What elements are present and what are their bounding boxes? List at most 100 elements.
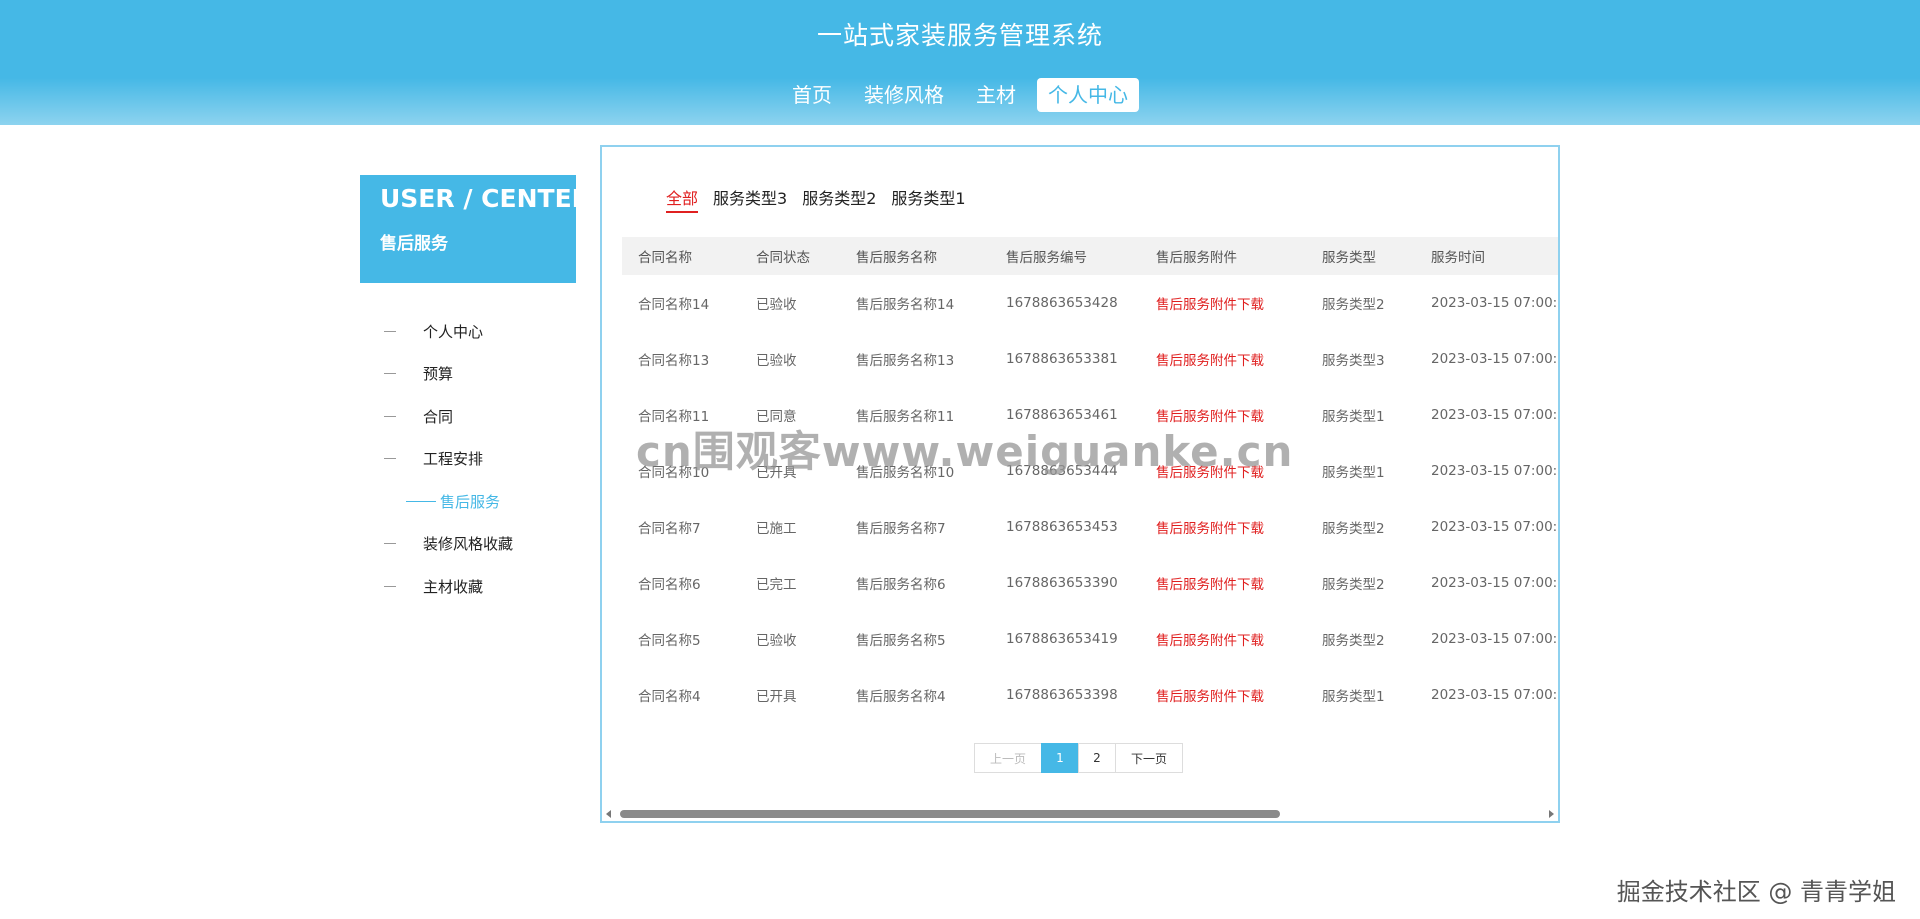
- service-type-cell: 服务类型1: [1322, 409, 1385, 425]
- after-sales-table: 合同名称 合同状态 售后服务名称 售后服务编号 售后服务附件 服务类型 服务时间…: [622, 237, 1558, 717]
- service-time-cell: 2023-03-15 07:00:53: [1431, 407, 1558, 423]
- contract-status-cell: 已完工: [756, 577, 797, 593]
- contract-name-cell: 合同名称7: [638, 521, 701, 537]
- horizontal-scrollbar[interactable]: [602, 807, 1558, 821]
- attachment-download-link[interactable]: 售后服务附件下载: [1140, 331, 1306, 387]
- dash-icon: [384, 585, 396, 587]
- service-type-cell: 服务类型3: [1322, 353, 1385, 369]
- sidebar-item-label: 工程安排: [423, 450, 484, 469]
- service-type-tabs: 全部 服务类型3 服务类型2 服务类型1: [666, 185, 966, 213]
- sidebar-item-label: 预算: [423, 365, 454, 384]
- service-number-cell: 1678863653453: [1006, 519, 1118, 535]
- sidebar-menu: 个人中心 预算 合同 工程安排 售后服务 装修风格收藏 主材收藏: [384, 310, 584, 608]
- tab-service-type-3[interactable]: 服务类型3: [713, 185, 787, 213]
- contract-status-cell: 已验收: [756, 353, 797, 369]
- scroll-left-icon[interactable]: [606, 810, 611, 818]
- column-header: 服务类型: [1322, 250, 1376, 266]
- dash-icon: [384, 330, 396, 332]
- prev-page-button[interactable]: 上一页: [974, 743, 1042, 773]
- content-panel: 全部 服务类型3 服务类型2 服务类型1 合同名称 合同状态 售后服务名称 售后…: [600, 145, 1560, 823]
- pagination: 上一页 1 2 下一页: [974, 743, 1183, 773]
- attachment-download-link[interactable]: 售后服务附件下载: [1140, 667, 1306, 717]
- table-row: 合同名称13 已验收 售后服务名称13 1678863653381 售后服务附件下载 服务…: [622, 331, 1558, 387]
- service-name-cell: 售后服务名称14: [856, 297, 955, 313]
- dash-icon: [384, 543, 396, 545]
- service-number-cell: 1678863653390: [1006, 575, 1118, 591]
- service-type-cell: 服务类型2: [1322, 633, 1385, 649]
- table-row: 合同名称4 已开具 售后服务名称4 1678863653398 售后服务附件下载 服务类型…: [622, 667, 1558, 717]
- watermark-corner: 掘金技术社区 @ 青青学姐: [1616, 878, 1896, 906]
- tab-service-type-1[interactable]: 服务类型1: [891, 185, 965, 213]
- contract-status-cell: 已开具: [756, 689, 797, 705]
- table-row: 合同名称10 已开具 售后服务名称10 1678863653444 售后服务附件下载 服务…: [622, 443, 1558, 499]
- service-time-cell: 2023-03-15 07:00:53: [1431, 687, 1558, 703]
- contract-name-cell: 合同名称11: [638, 409, 710, 425]
- column-header: 合同状态: [756, 250, 810, 266]
- service-number-cell: 1678863653398: [1006, 687, 1118, 703]
- dash-icon: [406, 500, 436, 502]
- service-time-cell: 2023-03-15 07:00:53: [1431, 463, 1558, 479]
- dash-icon: [384, 415, 396, 417]
- service-time-cell: 2023-03-15 07:00:53: [1431, 519, 1558, 535]
- nav-item-home[interactable]: 首页: [781, 78, 843, 112]
- site-title: 一站式家装服务管理系统: [816, 21, 1103, 50]
- sidebar-item-project-schedule[interactable]: 工程安排: [384, 438, 584, 481]
- tab-all[interactable]: 全部: [666, 185, 699, 213]
- attachment-download-link[interactable]: 售后服务附件下载: [1140, 387, 1306, 443]
- column-header: 售后服务附件: [1156, 250, 1237, 266]
- table-row: 合同名称11 已同意 售后服务名称11 1678863653461 售后服务附件下载 服务…: [622, 387, 1558, 443]
- sidebar-item-budget[interactable]: 预算: [384, 353, 584, 396]
- service-name-cell: 售后服务名称6: [856, 577, 946, 593]
- sidebar-item-user-center[interactable]: 个人中心: [384, 310, 584, 353]
- service-name-cell: 售后服务名称13: [856, 353, 955, 369]
- contract-name-cell: 合同名称10: [638, 465, 710, 481]
- service-name-cell: 售后服务名称4: [856, 689, 946, 705]
- service-type-cell: 服务类型1: [1322, 689, 1385, 705]
- table-row: 合同名称5 已验收 售后服务名称5 1678863653419 售后服务附件下载 服务类型…: [622, 611, 1558, 667]
- contract-name-cell: 合同名称14: [638, 297, 710, 313]
- contract-name-cell: 合同名称6: [638, 577, 701, 593]
- service-name-cell: 售后服务名称11: [856, 409, 955, 425]
- sidebar-item-after-sales[interactable]: 售后服务: [384, 480, 584, 523]
- column-header: 售后服务编号: [1006, 250, 1087, 266]
- tab-service-type-2[interactable]: 服务类型2: [802, 185, 876, 213]
- nav-item-user-center[interactable]: 个人中心: [1037, 78, 1139, 112]
- contract-name-cell: 合同名称4: [638, 689, 701, 705]
- header: 一站式家装服务管理系统 首页 装修风格 主材 个人中心: [0, 0, 1920, 125]
- attachment-download-link[interactable]: 售后服务附件下载: [1140, 275, 1306, 331]
- sidebar-banner: USER / CENTER 售后服务: [360, 175, 591, 283]
- attachment-download-link[interactable]: 售后服务附件下载: [1140, 499, 1306, 555]
- contract-status-cell: 已验收: [756, 297, 797, 313]
- contract-status-cell: 已施工: [756, 521, 797, 537]
- nav-item-decoration-style[interactable]: 装修风格: [853, 78, 955, 112]
- sidebar-item-contract[interactable]: 合同: [384, 395, 584, 438]
- next-page-button[interactable]: 下一页: [1115, 743, 1183, 773]
- service-type-cell: 服务类型2: [1322, 577, 1385, 593]
- service-type-cell: 服务类型2: [1322, 521, 1385, 537]
- table-header-row: 合同名称 合同状态 售后服务名称 售后服务编号 售后服务附件 服务类型 服务时间: [622, 237, 1558, 275]
- nav-item-main-material[interactable]: 主材: [965, 78, 1027, 112]
- table-row: 合同名称7 已施工 售后服务名称7 1678863653453 售后服务附件下载 服务类型…: [622, 499, 1558, 555]
- table-container: 合同名称 合同状态 售后服务名称 售后服务编号 售后服务附件 服务类型 服务时间…: [622, 237, 1558, 717]
- contract-name-cell: 合同名称5: [638, 633, 701, 649]
- sidebar-item-label: 个人中心: [423, 322, 484, 341]
- page-button-1[interactable]: 1: [1041, 743, 1079, 773]
- contract-status-cell: 已验收: [756, 633, 797, 649]
- sidebar-item-style-favorites[interactable]: 装修风格收藏: [384, 523, 584, 566]
- scroll-right-icon[interactable]: [1549, 810, 1554, 818]
- scrollbar-thumb[interactable]: [620, 810, 1280, 818]
- contract-status-cell: 已开具: [756, 465, 797, 481]
- contract-status-cell: 已同意: [756, 409, 797, 425]
- service-time-cell: 2023-03-15 07:00:53: [1431, 351, 1558, 367]
- service-name-cell: 售后服务名称10: [856, 465, 955, 481]
- service-number-cell: 1678863653444: [1006, 463, 1118, 479]
- attachment-download-link[interactable]: 售后服务附件下载: [1140, 555, 1306, 611]
- page-button-2[interactable]: 2: [1078, 743, 1116, 773]
- sidebar-item-label: 合同: [423, 407, 454, 426]
- column-header: 服务时间: [1431, 250, 1485, 266]
- sidebar-item-material-favorites[interactable]: 主材收藏: [384, 565, 584, 608]
- table-row: 合同名称6 已完工 售后服务名称6 1678863653390 售后服务附件下载 服务类型…: [622, 555, 1558, 611]
- attachment-download-link[interactable]: 售后服务附件下载: [1140, 443, 1306, 499]
- service-name-cell: 售后服务名称7: [856, 521, 946, 537]
- attachment-download-link[interactable]: 售后服务附件下载: [1140, 611, 1306, 667]
